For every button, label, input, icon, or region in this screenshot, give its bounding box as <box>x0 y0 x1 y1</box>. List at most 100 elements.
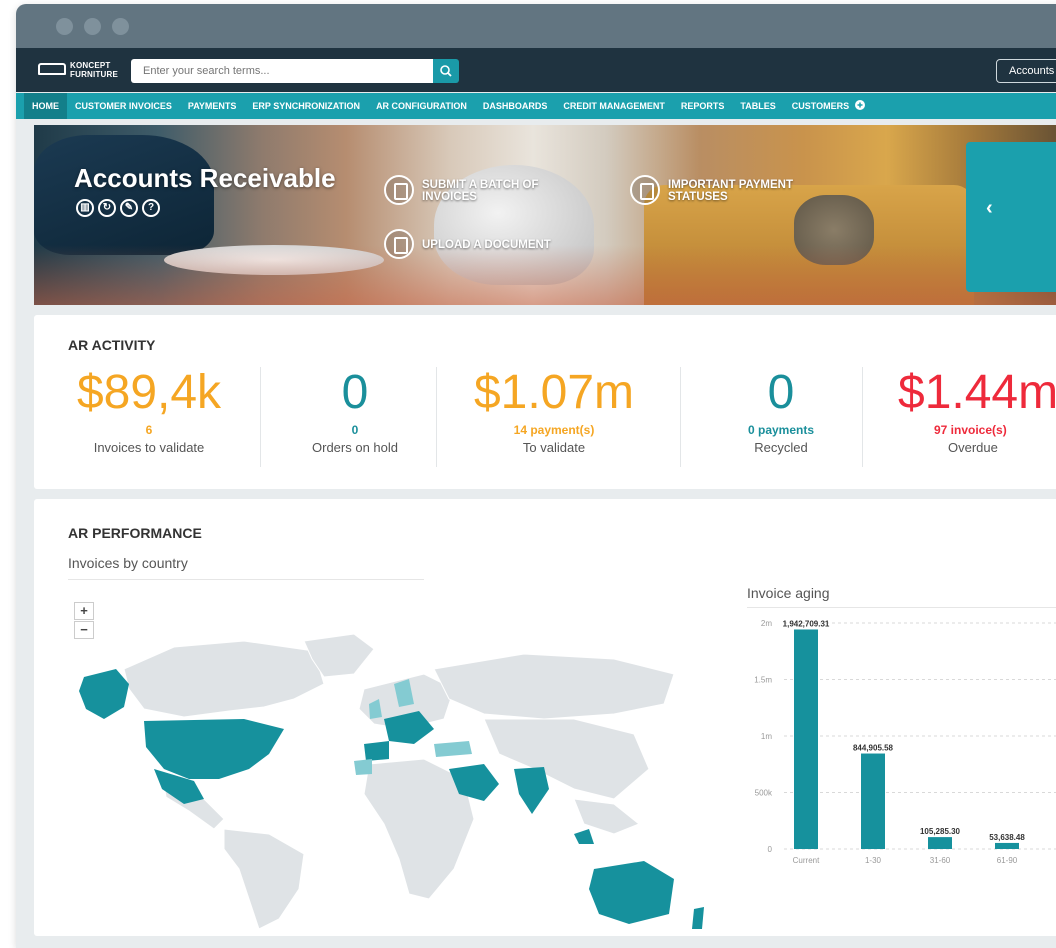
logo[interactable]: KONCEPT FURNITURE <box>38 60 128 79</box>
nav-customer-invoices[interactable]: CUSTOMER INVOICES <box>67 93 180 119</box>
y-tick-label: 1m <box>761 732 772 741</box>
y-tick-label: 0 <box>768 845 773 854</box>
kpi-sub: 97 invoice(s) <box>934 423 1007 437</box>
map-south-america <box>223 828 305 929</box>
nav-home[interactable]: HOME <box>24 93 67 119</box>
data-label: 105,285.30 <box>920 827 961 836</box>
kpi-value: 0 <box>341 366 369 419</box>
nav-tables[interactable]: TABLES <box>732 93 783 119</box>
invoice-aging-chart: 0 500k 1m 1.5m 2m 1,942,709.31 Current 844,905.… <box>754 619 1056 865</box>
map-canada <box>123 640 325 718</box>
hero-icon-row: ▥ ↻ ✎ ? <box>76 199 160 217</box>
upload-document-label: UPLOAD A DOCUMENT <box>422 239 551 251</box>
submit-batch-label: SUBMIT A BATCH OF INVOICES <box>422 179 539 203</box>
bar <box>928 837 952 849</box>
world-map[interactable] <box>54 629 714 929</box>
bar <box>794 629 818 849</box>
help-icon[interactable]: ? <box>142 199 160 217</box>
map-turkey <box>434 741 472 757</box>
nav-reports[interactable]: REPORTS <box>673 93 733 119</box>
kpi-overdue[interactable]: $1.44m 97 invoice(s) Overdue <box>872 365 1056 455</box>
data-label: 844,905.58 <box>853 744 894 753</box>
kpi-value: $1.44m <box>898 366 1056 419</box>
hero-floor-decor <box>34 245 1056 305</box>
y-tick-label: 2m <box>761 619 772 628</box>
kpi-payments-recycled[interactable]: 0 0 payments Recycled <box>696 365 866 455</box>
document-check-icon <box>384 175 414 205</box>
title-bar <box>16 4 1056 48</box>
map-usa <box>144 719 284 779</box>
search-icon <box>440 65 452 77</box>
x-tick-label: 31-60 <box>930 856 951 865</box>
nav-dashboards[interactable]: DASHBOARDS <box>475 93 556 119</box>
kpi-caption: To validate <box>522 440 586 455</box>
kpi-sub: 14 payment(s) <box>513 423 595 437</box>
top-bar: KONCEPT FURNITURE Accounts <box>16 48 1056 92</box>
ar-performance-card: AR PERFORMANCE Invoices by country Invoi… <box>34 499 1056 936</box>
kpi-value: $89,4k <box>76 366 222 419</box>
nav-credit-management[interactable]: CREDIT MANAGEMENT <box>555 93 673 119</box>
map-title-rule <box>68 579 424 580</box>
chart-icon[interactable]: ▥ <box>76 199 94 217</box>
page-title: Accounts Receivable <box>74 163 336 193</box>
map-asia <box>483 718 650 800</box>
y-tick-label: 500k <box>755 789 773 798</box>
bar <box>995 842 1019 849</box>
window-close-dot[interactable] <box>56 18 73 35</box>
kpi-divider <box>260 367 261 467</box>
search-input[interactable] <box>131 59 433 83</box>
ar-activity-card: AR ACTIVITY $89,4k 6 Invoices to validat… <box>34 315 1056 489</box>
logo-text: KONCEPT FURNITURE <box>70 61 119 79</box>
map-india <box>514 767 549 814</box>
kpi-sub: 0 <box>351 423 359 437</box>
y-tick-label: 1.5m <box>754 676 772 685</box>
window-minimize-dot[interactable] <box>84 18 101 35</box>
nav-ar-configuration[interactable]: AR CONFIGURATION <box>368 93 475 119</box>
chevron-left-icon[interactable]: ‹ <box>986 197 993 220</box>
x-tick-label: Current <box>793 856 820 865</box>
document-upload-icon <box>384 229 414 259</box>
kpi-invoices-to-validate[interactable]: $89,4k 6 Invoices to validate <box>64 365 234 455</box>
nav-customers[interactable]: CUSTOMERS <box>784 93 873 119</box>
map-russia <box>433 653 675 720</box>
kpi-caption: Overdue <box>948 440 998 455</box>
nav-payments[interactable]: PAYMENTS <box>180 93 245 119</box>
data-label: 1,942,709.31 <box>783 619 830 628</box>
map-zoom-in-button[interactable]: + <box>74 602 94 620</box>
window-maximize-dot[interactable] <box>112 18 129 35</box>
map-se-asia <box>573 798 640 835</box>
accounts-button[interactable]: Accounts <box>996 59 1056 83</box>
plus-circle-icon[interactable] <box>854 100 865 110</box>
bar <box>861 753 885 849</box>
ar-activity-title: AR ACTIVITY <box>68 337 156 353</box>
kpi-divider <box>862 367 863 467</box>
credit-card-icon <box>630 175 660 205</box>
refresh-icon[interactable]: ↻ <box>98 199 116 217</box>
sofa-logo-icon <box>38 63 66 75</box>
chart-title: Invoice aging <box>747 585 830 601</box>
main-nav: HOME CUSTOMER INVOICES PAYMENTS ERP SYNC… <box>16 93 1056 119</box>
ar-performance-title: AR PERFORMANCE <box>68 525 202 541</box>
search-button[interactable] <box>433 59 459 83</box>
nav-customers-label: CUSTOMERS <box>791 101 850 111</box>
kpi-caption: Recycled <box>754 440 808 455</box>
map-australia <box>589 861 674 924</box>
hero-armchair-decor <box>34 135 214 255</box>
kpi-sub: 0 payments <box>747 423 815 437</box>
carousel-panel: ‹ <box>966 142 1056 292</box>
nav-erp-synchronization[interactable]: ERP SYNCHRONIZATION <box>244 93 368 119</box>
map-malaysia <box>574 829 594 844</box>
x-tick-label: 1-30 <box>865 856 882 865</box>
map-iberia <box>364 741 389 761</box>
map-alaska <box>79 669 129 719</box>
hero-banner: Accounts Receivable ▥ ↻ ✎ ? SUBMIT A BAT… <box>34 125 1056 305</box>
kpi-sub: 6 <box>145 423 153 437</box>
payment-statuses-label: IMPORTANT PAYMENT STATUSES <box>668 179 794 203</box>
kpi-payments-to-validate[interactable]: $1.07m 14 payment(s) To validate <box>434 365 674 455</box>
kpi-caption: Invoices to validate <box>93 440 205 455</box>
chart-title-rule <box>747 607 1056 608</box>
edit-icon[interactable]: ✎ <box>120 199 138 217</box>
kpi-orders-on-hold[interactable]: 0 0 Orders on hold <box>270 365 440 455</box>
map-title: Invoices by country <box>68 555 188 571</box>
data-label: 53,638.48 <box>989 833 1025 842</box>
